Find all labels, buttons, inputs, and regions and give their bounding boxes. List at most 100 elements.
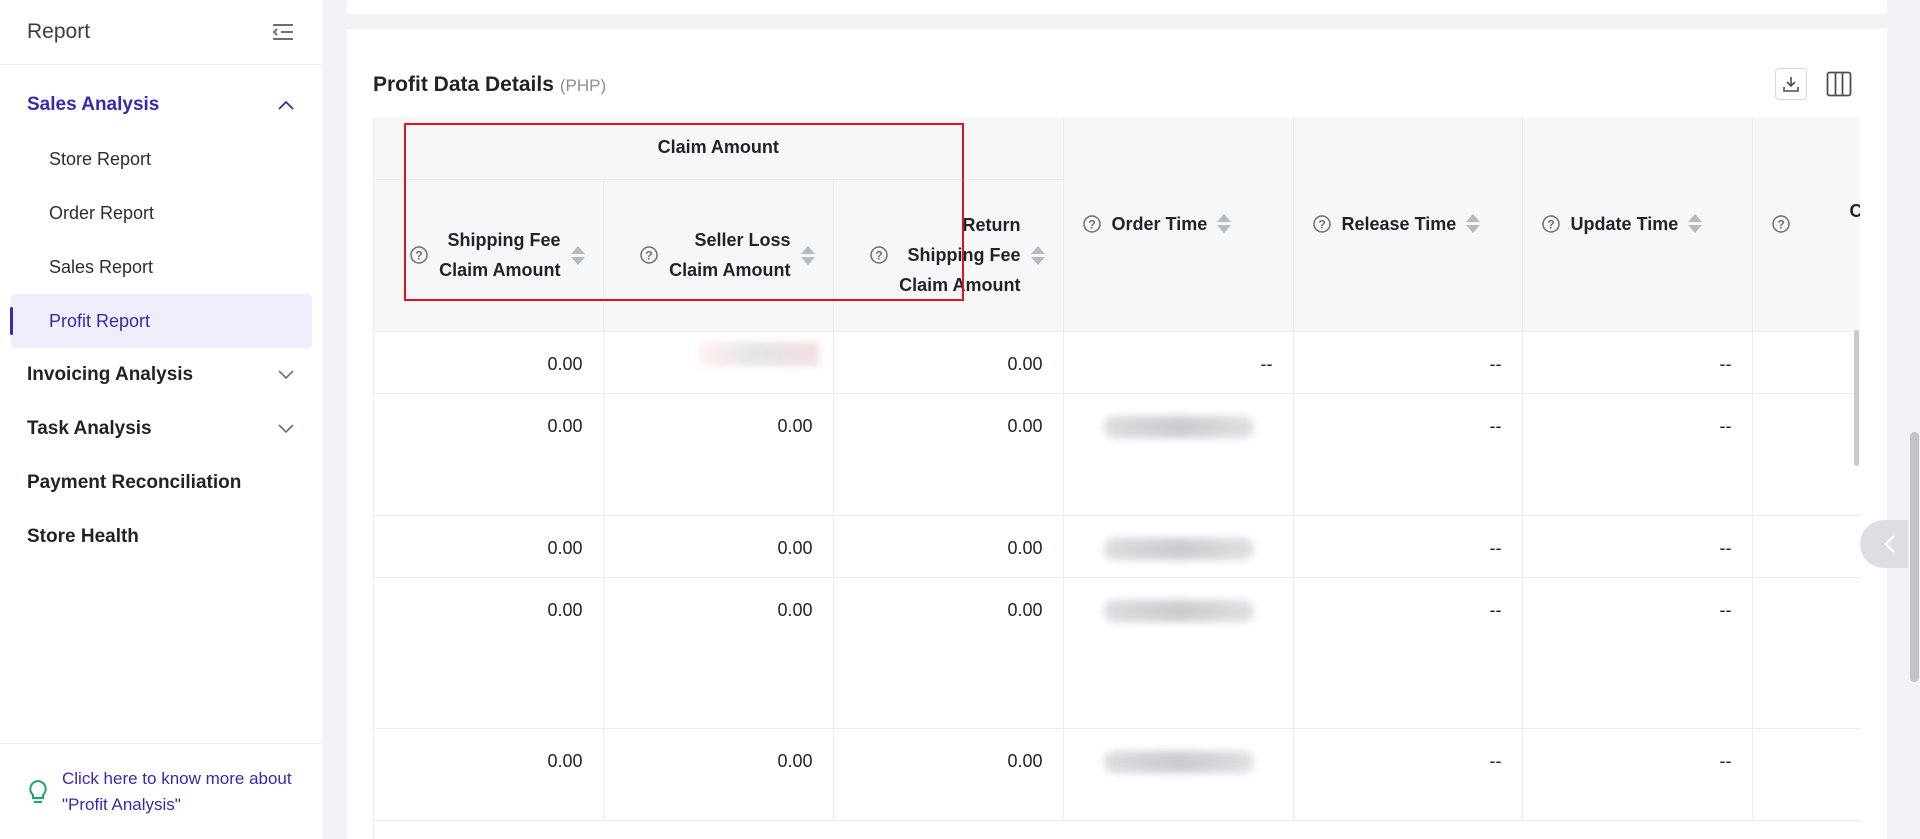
blurred-value <box>1103 599 1254 622</box>
update-time-cell: -- <box>1522 331 1753 394</box>
blurred-value <box>1103 537 1254 560</box>
sidebar-item-label: Profit Report <box>49 310 151 331</box>
sort-icon[interactable] <box>1688 213 1703 235</box>
question-icon[interactable]: ? <box>1312 214 1332 234</box>
nav-group-label: Task Analysis <box>27 418 152 439</box>
column-label: Seller Loss Claim Amount <box>669 225 790 285</box>
return-shipping-claim-header: ? Return Shipping Fee Claim Amount <box>833 179 1064 332</box>
question-icon[interactable]: ? <box>1541 214 1561 234</box>
shipping-fee-claim-header: ? Shipping Fee Claim Amount <box>374 179 604 332</box>
table-row: 0.00 0.00 0.00 -- -- <box>374 515 1860 578</box>
sort-icon[interactable] <box>1466 213 1481 235</box>
nav-group-task-analysis[interactable]: Task Analysis <box>0 402 323 456</box>
nav-group-sales-analysis[interactable]: Sales Analysis <box>0 78 323 132</box>
sidebar: Report Sales Analysis Store Report Order… <box>0 0 324 839</box>
question-icon[interactable]: ? <box>409 245 429 265</box>
sidebar-title: Report <box>27 20 91 43</box>
nav-group-label: Payment Reconciliation <box>27 472 242 493</box>
order-time-cell <box>1063 393 1294 516</box>
return-claim-cell: 0.00 <box>833 728 1064 821</box>
nav-group-label: Store Health <box>27 526 139 547</box>
shipping-claim-cell: 0.00 <box>374 728 604 821</box>
label-line: Return <box>962 215 1021 235</box>
update-time-cell: -- <box>1522 577 1753 729</box>
table-row: 0.00 0.00 0.00 -- -- <box>374 577 1860 729</box>
question-icon[interactable]: ? <box>639 245 659 265</box>
seller-claim-cell <box>603 331 834 394</box>
sidebar-item-profit-report[interactable]: Profit Report <box>10 294 312 348</box>
currency-label: (PHP) <box>559 76 607 95</box>
return-claim-cell: 0.00 <box>833 515 1064 578</box>
sort-icon[interactable] <box>1030 244 1045 266</box>
order-time-header: ? Order Time <box>1063 117 1294 332</box>
partial-cell <box>1752 515 1860 578</box>
profit-analysis-help-link[interactable]: Click here to know more about "Profit An… <box>62 766 292 818</box>
svg-text:?: ? <box>415 249 422 263</box>
claim-amount-group-header: Claim Amount <box>374 117 1064 180</box>
column-settings-button[interactable] <box>1823 68 1855 100</box>
svg-text:?: ? <box>1777 217 1784 231</box>
table-row: 0.00 0.00 0.00 -- -- <box>374 728 1860 821</box>
column-label: Co <box>1850 196 1860 226</box>
nav-group-label: Invoicing Analysis <box>27 364 194 385</box>
page-scrollbar-track <box>1908 0 1920 839</box>
column-label: Order Time <box>1111 213 1208 234</box>
card-header: Profit Data Details (PHP) <box>373 73 606 97</box>
seller-claim-cell: 0.00 <box>603 577 834 729</box>
return-claim-cell: 0.00 <box>833 331 1064 394</box>
columns-icon <box>1826 71 1852 97</box>
svg-text:?: ? <box>876 249 883 263</box>
sort-icon[interactable] <box>1217 213 1232 235</box>
help-link-line1: Click here to know more about <box>62 768 292 788</box>
label-line: Claim Amount <box>669 260 791 280</box>
collapse-menu-icon[interactable] <box>270 19 296 45</box>
blurred-value <box>698 341 819 366</box>
group-header-label: Claim Amount <box>657 137 779 158</box>
shipping-claim-cell: 0.00 <box>374 515 604 578</box>
question-icon[interactable]: ? <box>869 245 889 265</box>
sidebar-item-sales-report[interactable]: Sales Report <box>11 240 312 294</box>
table-scrollbar-thumb[interactable] <box>1854 330 1859 466</box>
shipping-claim-cell: 0.00 <box>374 393 604 516</box>
column-label: Return Shipping Fee Claim Amount <box>899 210 1020 300</box>
partial-cell <box>1752 577 1860 729</box>
seller-claim-cell: 0.00 <box>603 728 834 821</box>
order-time-cell <box>1063 728 1294 821</box>
nav-group-store-health[interactable]: Store Health <box>0 510 323 564</box>
download-icon <box>1783 77 1799 92</box>
order-time-cell <box>1063 515 1294 578</box>
question-icon[interactable]: ? <box>1082 214 1102 234</box>
label-line: Claim Amount <box>899 275 1021 295</box>
shipping-claim-cell: 0.00 <box>374 577 604 729</box>
label-line: Claim Amount <box>439 260 561 280</box>
shipping-claim-cell: 0.00 <box>374 331 604 394</box>
sort-icon[interactable] <box>570 244 585 266</box>
sort-icon[interactable] <box>800 244 815 266</box>
profit-data-card: Profit Data Details (PHP) Claim Amount ?… <box>347 29 1887 839</box>
lightbulb-icon <box>27 779 49 805</box>
help-link-line2: "Profit Analysis" <box>62 794 181 814</box>
svg-text:?: ? <box>1318 217 1325 231</box>
update-time-cell: -- <box>1522 393 1753 516</box>
profit-table: Claim Amount ? Order Time ? Release Time <box>374 117 1860 821</box>
order-time-cell: -- <box>1063 331 1294 394</box>
sidebar-item-order-report[interactable]: Order Report <box>11 186 312 240</box>
svg-text:?: ? <box>645 249 652 263</box>
nav-group-label: Sales Analysis <box>27 94 160 115</box>
sidebar-header: Report <box>0 0 323 65</box>
download-button[interactable] <box>1775 68 1807 100</box>
chevron-down-icon <box>276 419 296 439</box>
column-label: Shipping Fee Claim Amount <box>439 225 560 285</box>
seller-loss-claim-header: ? Seller Loss Claim Amount <box>603 179 834 332</box>
page-scrollbar-thumb[interactable] <box>1910 432 1919 682</box>
chevron-left-icon <box>1884 535 1895 553</box>
blurred-value <box>1103 415 1254 438</box>
question-icon[interactable]: ? <box>1771 214 1791 234</box>
sidebar-item-store-report[interactable]: Store Report <box>11 132 312 186</box>
label-line: Shipping Fee <box>907 245 1021 265</box>
nav-group-invoicing-analysis[interactable]: Invoicing Analysis <box>0 348 323 402</box>
blurred-value <box>1103 750 1254 773</box>
nav-group-payment-reconciliation[interactable]: Payment Reconciliation <box>0 456 323 510</box>
profit-table-wrapper[interactable]: Claim Amount ? Order Time ? Release Time <box>373 117 1860 839</box>
sidebar-item-label: Order Report <box>49 202 155 223</box>
